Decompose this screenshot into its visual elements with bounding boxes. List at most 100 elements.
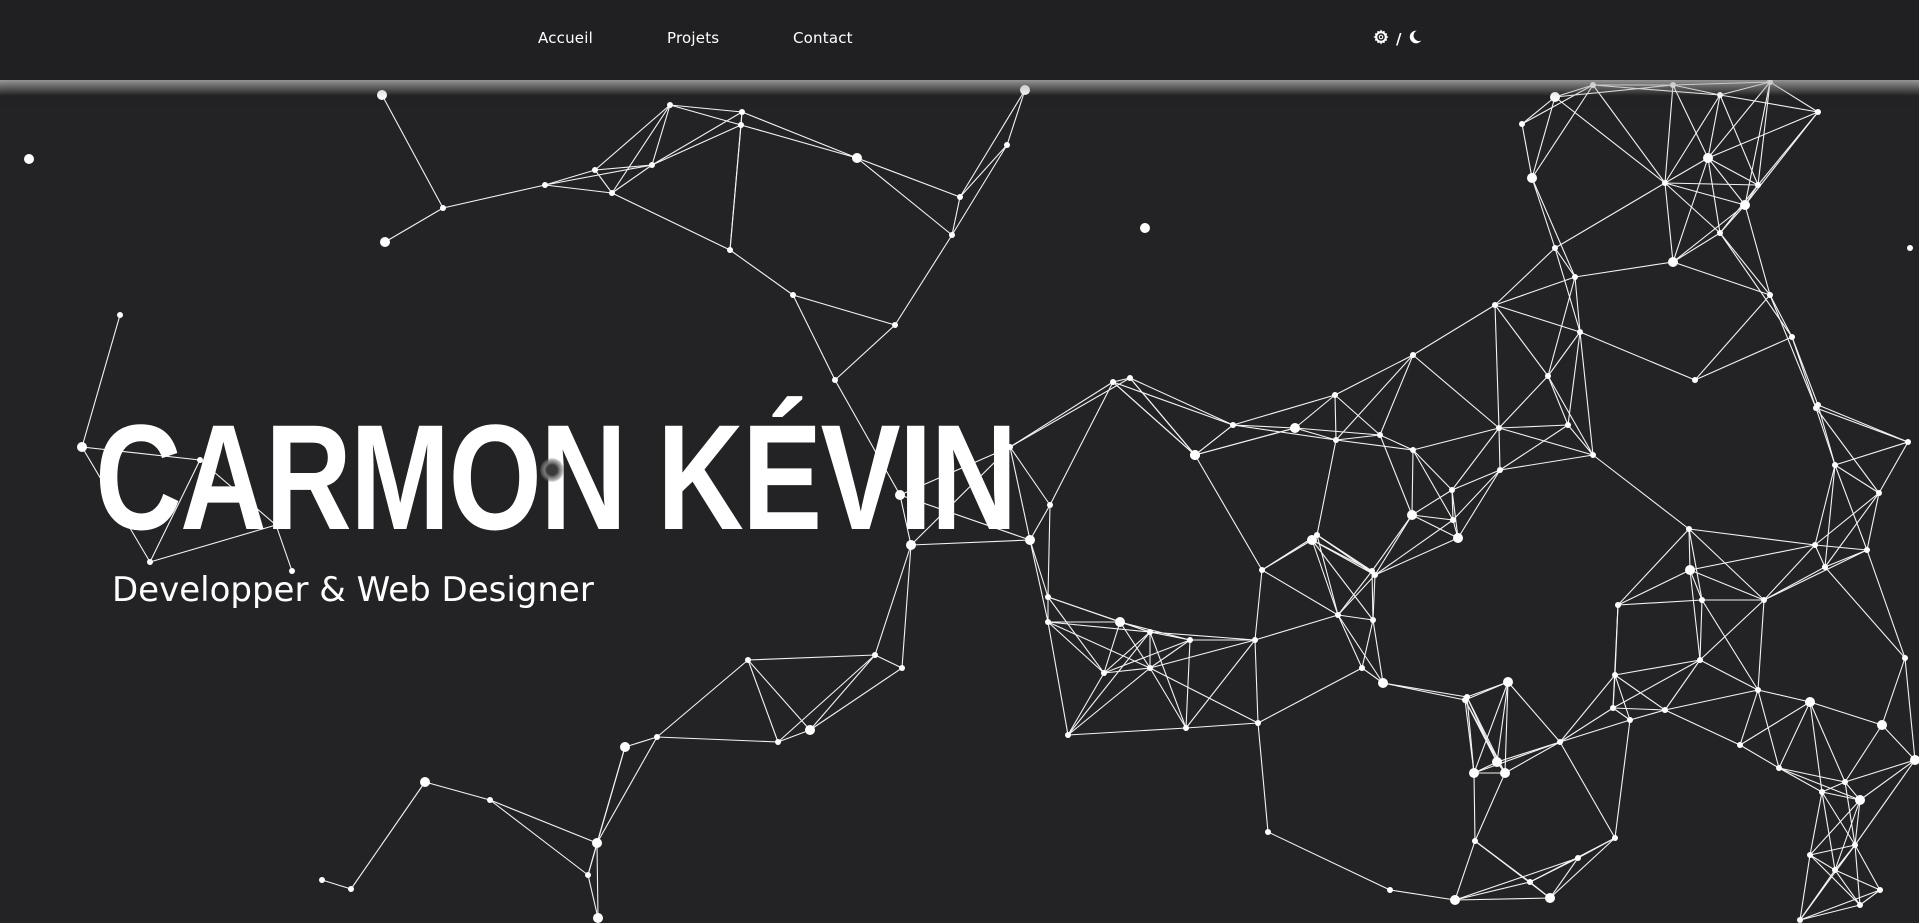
network-node bbox=[1907, 245, 1913, 251]
network-link bbox=[1881, 657, 1906, 726]
network-node bbox=[1876, 490, 1882, 496]
network-link bbox=[1411, 449, 1414, 516]
network-node bbox=[348, 886, 354, 892]
network-node bbox=[739, 109, 745, 115]
gear-icon bbox=[1372, 28, 1390, 51]
network-link bbox=[856, 157, 961, 198]
network-link bbox=[740, 124, 858, 159]
network-link bbox=[856, 157, 953, 236]
network-node bbox=[1065, 732, 1071, 738]
network-node bbox=[1004, 142, 1010, 148]
network-node bbox=[805, 725, 815, 735]
network-node bbox=[1692, 377, 1698, 383]
network-link bbox=[1672, 232, 1721, 263]
network-link bbox=[1554, 96, 1666, 184]
network-node bbox=[1503, 677, 1513, 687]
network-link bbox=[1699, 599, 1765, 661]
network-link bbox=[1504, 741, 1561, 774]
network-link bbox=[1559, 707, 1614, 743]
network-link bbox=[741, 111, 858, 159]
network-node bbox=[949, 232, 955, 238]
page: Accueil Projets Contact / CARMON KÉVIN D… bbox=[0, 0, 1919, 923]
network-link bbox=[1617, 528, 1690, 606]
network-node bbox=[654, 734, 660, 740]
network-node bbox=[1410, 352, 1416, 358]
network-link bbox=[1814, 544, 1826, 568]
network-link bbox=[1047, 621, 1105, 674]
network-link bbox=[1494, 304, 1500, 429]
network-node bbox=[1387, 887, 1393, 893]
network-link bbox=[1337, 614, 1374, 621]
network-node bbox=[1407, 510, 1417, 520]
network-link bbox=[1579, 331, 1696, 381]
network-link bbox=[1844, 724, 1883, 783]
network-link bbox=[834, 324, 896, 381]
network-node bbox=[1469, 768, 1479, 778]
network-link bbox=[1612, 604, 1619, 709]
network-link bbox=[1778, 767, 1823, 793]
network-link bbox=[747, 659, 811, 731]
network-node bbox=[872, 652, 878, 658]
network-node bbox=[1450, 895, 1460, 905]
network-link bbox=[1559, 741, 1616, 839]
network-link bbox=[596, 842, 599, 919]
network-link bbox=[1664, 709, 1741, 746]
network-link bbox=[1337, 570, 1373, 616]
network-link bbox=[1232, 394, 1336, 426]
network-node bbox=[1610, 705, 1616, 711]
network-node bbox=[1842, 779, 1848, 785]
network-link bbox=[1047, 621, 1069, 736]
network-node bbox=[1190, 450, 1200, 460]
network-link bbox=[1859, 759, 1916, 801]
theme-toggle[interactable]: / bbox=[1372, 29, 1423, 49]
network-link bbox=[1614, 674, 1631, 721]
network-node bbox=[1797, 917, 1803, 923]
hero-subtitle: Developper & Web Designer bbox=[112, 570, 594, 610]
network-link bbox=[1257, 667, 1363, 724]
network-link bbox=[1372, 619, 1384, 684]
network-link bbox=[1815, 407, 1880, 494]
network-node bbox=[1550, 92, 1560, 102]
network-link bbox=[1699, 599, 1703, 661]
network-link bbox=[1834, 464, 1880, 494]
network-node bbox=[1855, 795, 1865, 805]
network-link bbox=[1844, 759, 1916, 783]
network-link bbox=[1494, 247, 1556, 306]
network-node bbox=[592, 167, 598, 173]
network-node bbox=[1359, 665, 1365, 671]
network-link bbox=[1372, 574, 1376, 621]
network-link bbox=[1592, 84, 1666, 184]
network-link bbox=[1337, 614, 1363, 669]
network-node bbox=[1115, 617, 1125, 627]
network-link bbox=[1029, 539, 1049, 623]
network-node bbox=[1902, 655, 1908, 661]
network-link bbox=[1499, 454, 1594, 471]
network-node bbox=[1332, 392, 1338, 398]
network-node bbox=[745, 657, 751, 663]
network-link bbox=[1067, 631, 1151, 736]
network-link bbox=[1334, 394, 1381, 436]
network-link bbox=[1531, 177, 1576, 278]
network-link bbox=[1757, 689, 1780, 769]
network-node bbox=[1685, 565, 1695, 575]
nav-link-accueil[interactable]: Accueil bbox=[538, 29, 593, 47]
nav-link-projets[interactable]: Projets bbox=[667, 29, 719, 47]
network-link bbox=[1261, 569, 1339, 616]
network-node bbox=[1612, 672, 1618, 678]
network-link bbox=[1744, 204, 1771, 296]
network-node bbox=[1449, 487, 1455, 493]
network-link bbox=[1498, 375, 1549, 429]
network-link bbox=[1664, 182, 1674, 263]
network-link bbox=[1382, 682, 1468, 698]
nav-link-contact[interactable]: Contact bbox=[793, 29, 853, 47]
network-link bbox=[874, 544, 912, 656]
network-node bbox=[1577, 329, 1583, 335]
network-link bbox=[1821, 791, 1836, 871]
network-link bbox=[792, 294, 836, 381]
network-link bbox=[777, 729, 811, 743]
network-link bbox=[1815, 407, 1909, 443]
network-link bbox=[1707, 81, 1771, 159]
network-node bbox=[1615, 602, 1621, 608]
network-node bbox=[542, 182, 548, 188]
network-link bbox=[1067, 727, 1187, 736]
